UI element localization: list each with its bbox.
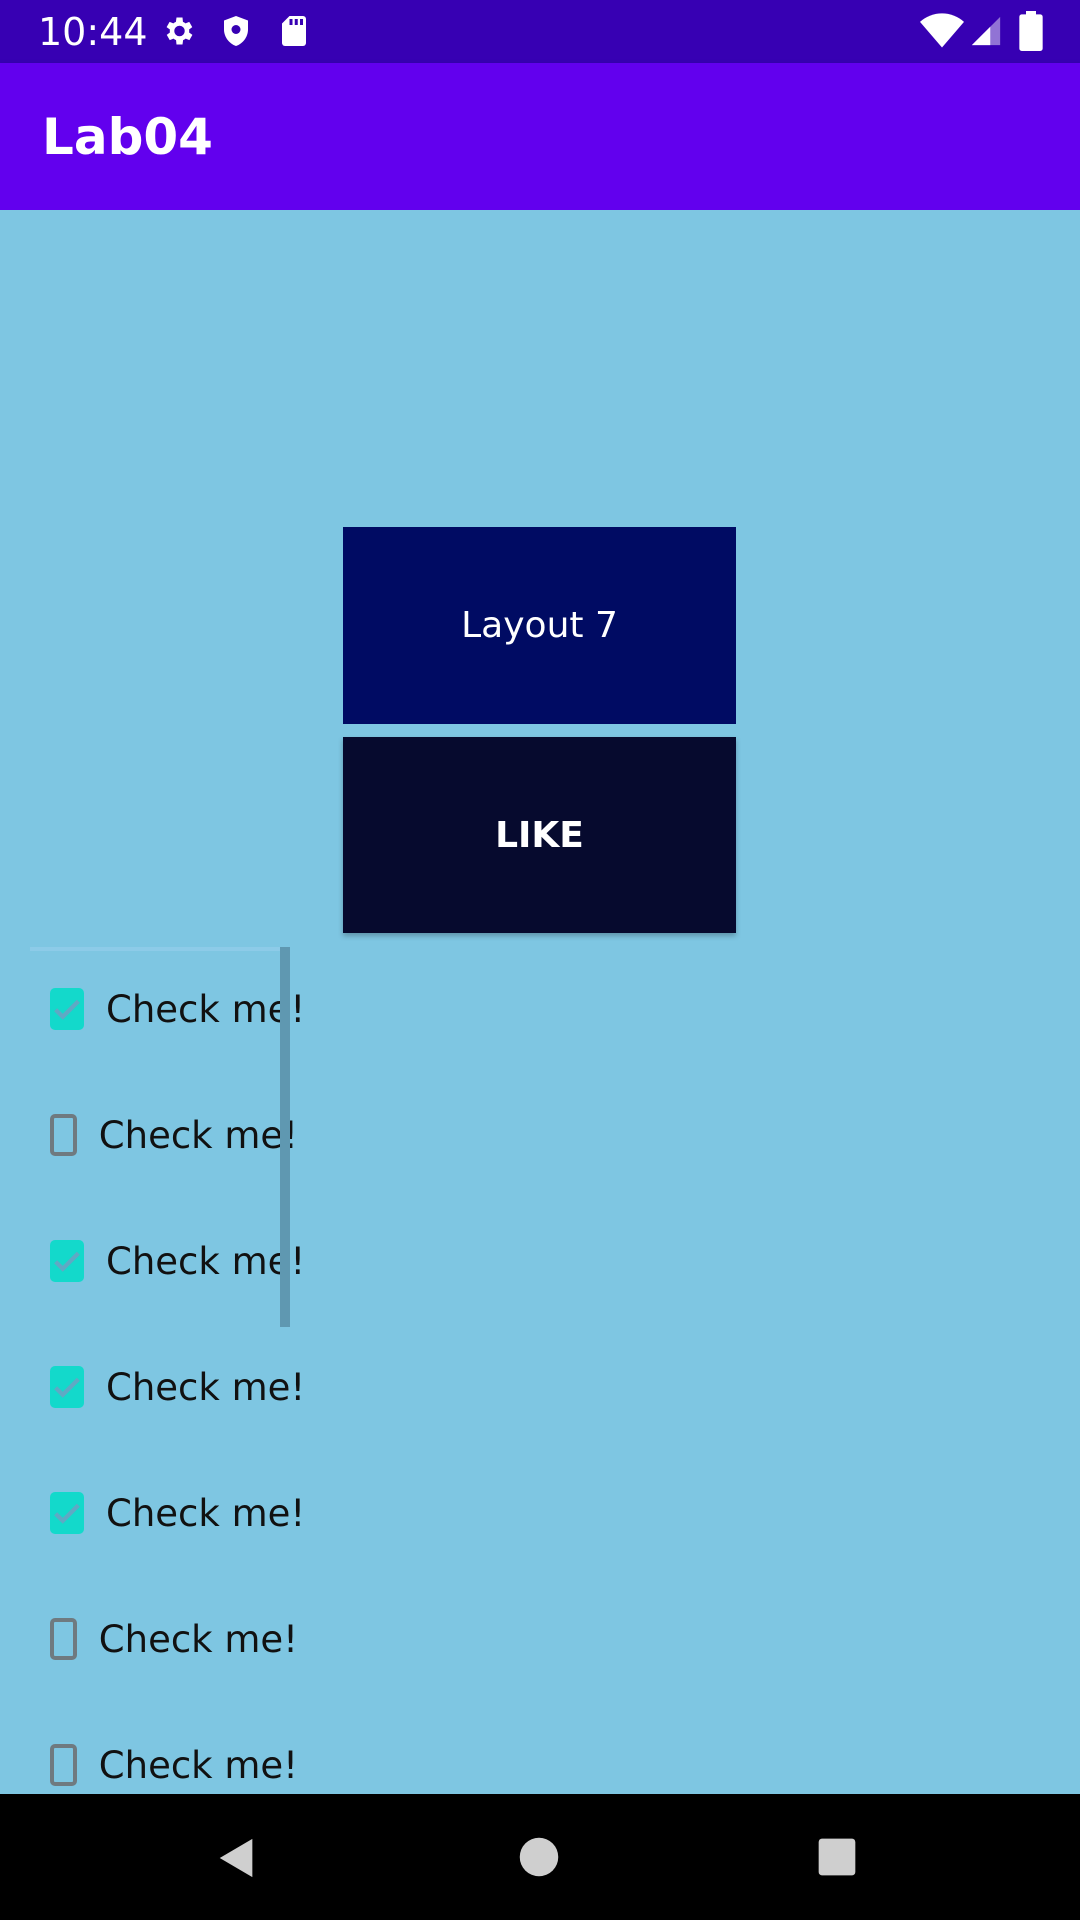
- back-icon[interactable]: [214, 1834, 260, 1882]
- home-icon[interactable]: [518, 1836, 560, 1878]
- checkbox-label: Check me!: [98, 1617, 298, 1661]
- checkbox-item[interactable]: Check me!: [38, 1603, 298, 1675]
- gear-icon: [166, 17, 193, 45]
- checkbox-checked[interactable]: [50, 1240, 84, 1282]
- checkbox-item[interactable]: Check me!: [38, 1477, 305, 1549]
- checkbox-label: Check me!: [98, 1113, 298, 1157]
- checkmark-icon: [54, 1377, 80, 1398]
- checkbox-item[interactable]: Check me!: [38, 1225, 305, 1297]
- recents-icon[interactable]: [817, 1837, 857, 1877]
- list-scrollbar[interactable]: [280, 947, 290, 1327]
- layout-label-box: Layout 7: [343, 527, 736, 724]
- app-bar: Lab04: [0, 63, 1080, 210]
- sd-card-icon: [282, 16, 306, 46]
- shield-icon: [224, 16, 248, 46]
- checkbox-label: Check me!: [98, 1743, 298, 1787]
- layout-label: Layout 7: [461, 605, 618, 646]
- checkbox-list[interactable]: Check me! Check me! Check me! Check me!: [30, 947, 305, 1794]
- checkbox-checked[interactable]: [50, 1366, 84, 1408]
- status-bar: 10:44: [0, 0, 1080, 63]
- app-title: Lab04: [42, 108, 213, 166]
- checkmark-icon: [54, 1503, 80, 1524]
- battery-icon: [1019, 11, 1043, 51]
- navigation-bar: [0, 1794, 1080, 1920]
- checkbox-item[interactable]: Check me!: [38, 973, 305, 1045]
- main-content: Layout 7 LIKE Check me! Check me! Check …: [0, 210, 1080, 1794]
- status-time: 10:44: [38, 10, 148, 54]
- checkmark-icon: [54, 999, 80, 1020]
- checkbox-unchecked[interactable]: [50, 1114, 77, 1156]
- checkbox-item[interactable]: Check me!: [38, 1351, 305, 1423]
- checkbox-checked[interactable]: [50, 988, 84, 1030]
- checkbox-checked[interactable]: [50, 1492, 84, 1534]
- checkbox-label: Check me!: [106, 1365, 306, 1409]
- checkbox-item[interactable]: Check me!: [38, 1099, 298, 1171]
- checkbox-unchecked[interactable]: [50, 1618, 77, 1660]
- list-divider: [30, 947, 280, 951]
- checkbox-label: Check me!: [106, 1239, 306, 1283]
- like-button[interactable]: LIKE: [343, 737, 736, 933]
- checkbox-unchecked[interactable]: [50, 1744, 77, 1786]
- wifi-icon: [920, 13, 964, 48]
- checkmark-icon: [54, 1251, 80, 1272]
- signal-icon: [971, 16, 1001, 46]
- checkbox-item[interactable]: Check me!: [38, 1729, 298, 1794]
- checkbox-label: Check me!: [106, 1491, 306, 1535]
- checkbox-label: Check me!: [106, 987, 306, 1031]
